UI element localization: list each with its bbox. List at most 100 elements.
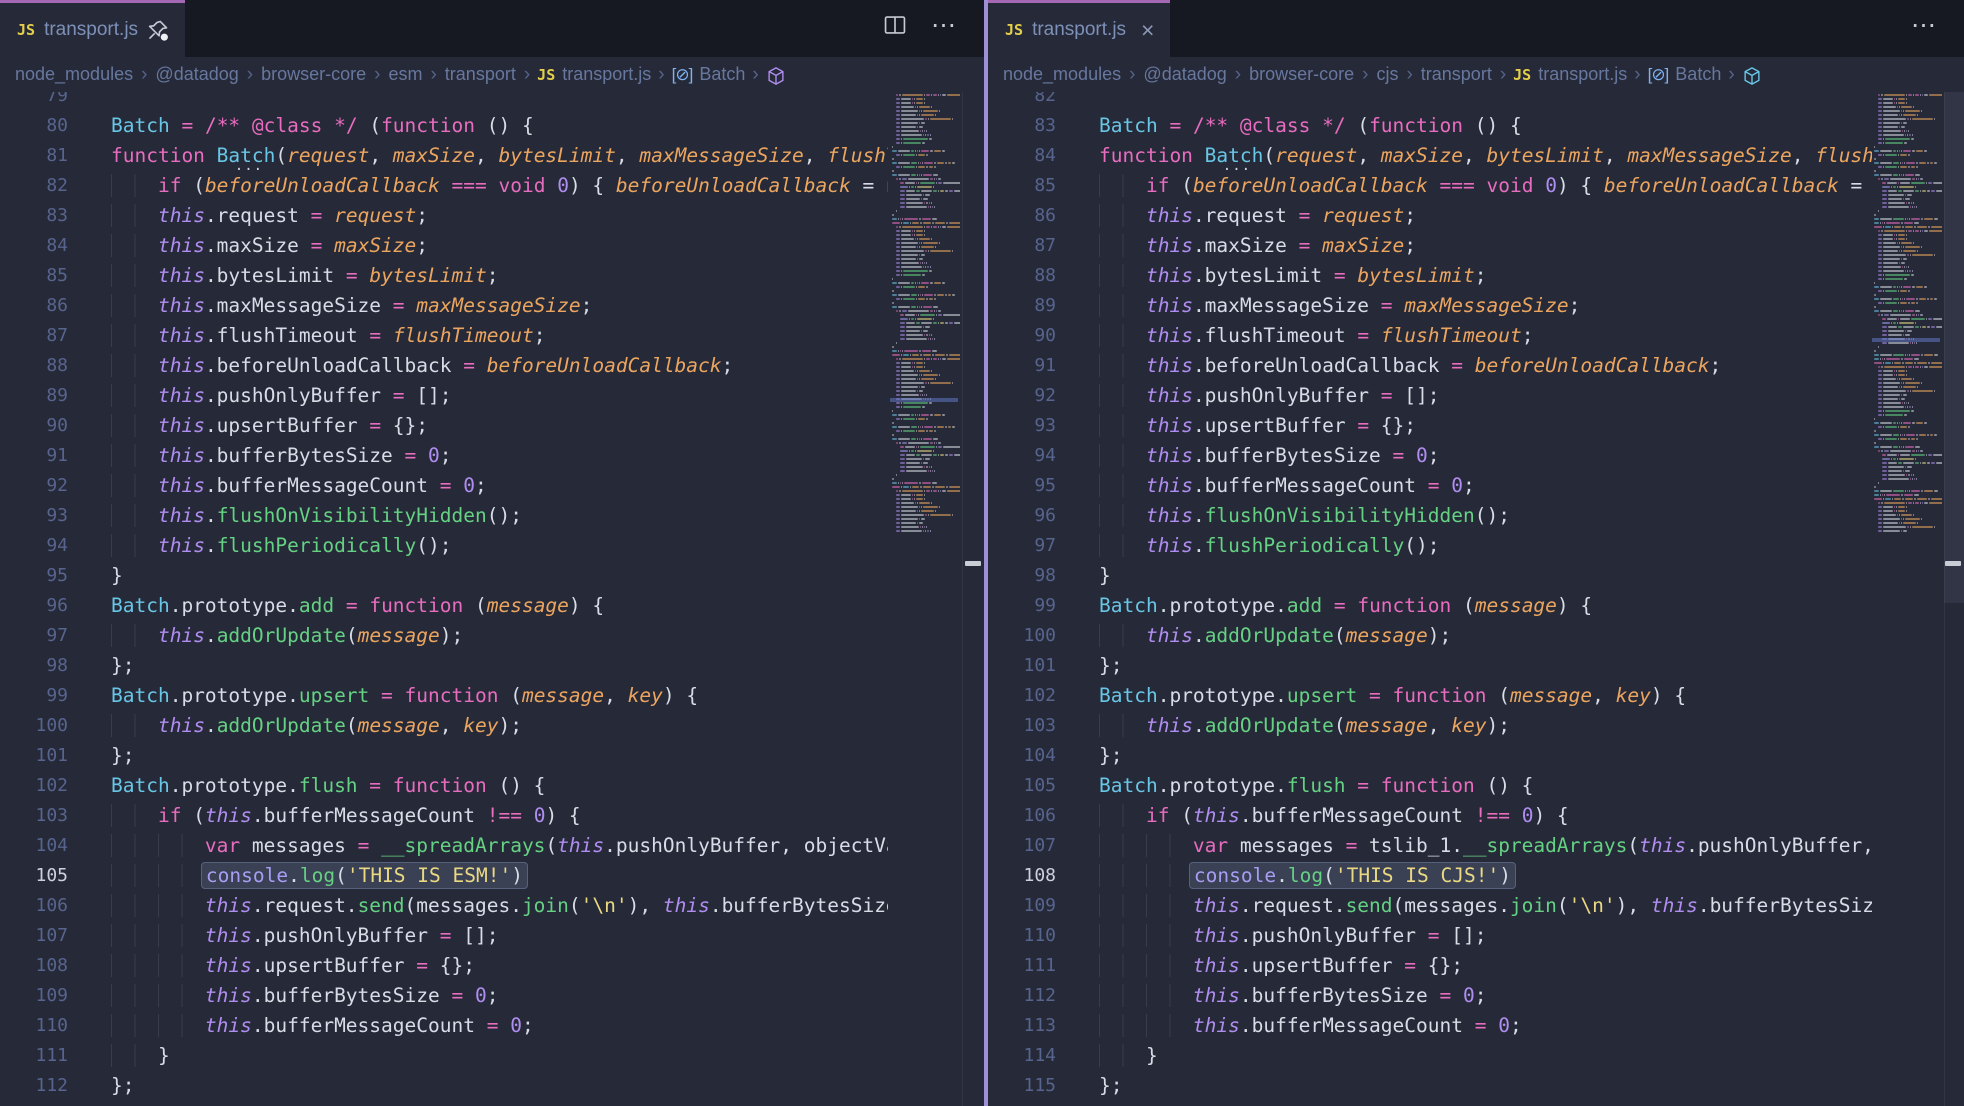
breadcrumb-item[interactable]: @datadog xyxy=(155,64,238,85)
code-line[interactable]: 86 this.maxMessageSize = maxMessageSize; xyxy=(0,291,888,321)
code-line[interactable]: 113 this.bufferMessageCount = 0; xyxy=(988,1011,1872,1041)
more-actions-icon[interactable]: ⋯ xyxy=(1911,13,1938,38)
code-line[interactable]: 93 this.flushOnVisibilityHidden(); xyxy=(0,501,888,531)
breadcrumb-item[interactable]: node_modules xyxy=(1003,64,1121,85)
code-line[interactable]: 92 this.pushOnlyBuffer = []; xyxy=(988,381,1872,411)
code-line[interactable]: 84function Batch(request, maxSize, bytes… xyxy=(988,141,1872,171)
code-line[interactable]: 80Batch = /** @class */ (function () { xyxy=(0,111,888,141)
code-line[interactable]: 87 this.flushTimeout = flushTimeout; xyxy=(0,321,888,351)
code-line[interactable]: 103 if (this.bufferMessageCount !== 0) { xyxy=(0,801,888,831)
code-line[interactable]: 94 this.bufferBytesSize = 0; xyxy=(988,441,1872,471)
code-line[interactable]: 85 this.bytesLimit = bytesLimit; xyxy=(0,261,888,291)
code-line[interactable]: 102Batch.prototype.flush = function () { xyxy=(0,771,888,801)
code-line[interactable]: 99Batch.prototype.upsert = function (mes… xyxy=(0,681,888,711)
tab-transport-esm[interactable]: JS transport.js xyxy=(0,0,185,57)
code-line[interactable]: 90 this.flushTimeout = flushTimeout; xyxy=(988,321,1872,351)
breadcrumb-item[interactable]: esm xyxy=(388,64,422,85)
code-line[interactable]: 111 } xyxy=(0,1041,888,1071)
code-line[interactable]: 102Batch.prototype.upsert = function (me… xyxy=(988,681,1872,711)
minimap-left[interactable] xyxy=(890,86,960,556)
code-line[interactable]: 107 this.pushOnlyBuffer = []; xyxy=(0,921,888,951)
code-line[interactable]: 100 this.addOrUpdate(message, key); xyxy=(0,711,888,741)
code-line[interactable]: 103 this.addOrUpdate(message, key); xyxy=(988,711,1872,741)
tab-transport-cjs[interactable]: JS transport.js × xyxy=(988,0,1170,57)
code-line[interactable]: 98} xyxy=(988,561,1872,591)
code-line[interactable]: 109 this.request.send(messages.join('\n'… xyxy=(988,891,1872,921)
minimap-right[interactable] xyxy=(1872,86,1942,556)
pin-icon[interactable] xyxy=(147,19,169,41)
code-line[interactable]: 101}; xyxy=(0,741,888,771)
code-line[interactable]: 86 this.request = request; xyxy=(988,201,1872,231)
code-line[interactable]: 84 this.maxSize = maxSize; xyxy=(0,231,888,261)
code-line[interactable]: 82 if (beforeUnloadCallback === void 0) … xyxy=(0,171,888,201)
code-line[interactable]: 104 var messages = __spreadArrays(this.p… xyxy=(0,831,888,861)
code-line[interactable]: 112}; xyxy=(0,1071,888,1101)
code-line[interactable]: 108 console.log('THIS IS CJS!') xyxy=(988,861,1872,891)
symbol-cube-icon[interactable] xyxy=(766,66,786,86)
code-line[interactable]: 95 this.bufferMessageCount = 0; xyxy=(988,471,1872,501)
code-line[interactable]: 83Batch = /** @class */ (function () { xyxy=(988,111,1872,141)
code-line[interactable]: 88 this.beforeUnloadCallback = beforeUnl… xyxy=(0,351,888,381)
code-line-content: this.bytesLimit = bytesLimit; xyxy=(1099,261,1486,291)
code-line[interactable]: 108 this.upsertBuffer = {}; xyxy=(0,951,888,981)
code-line[interactable]: 93 this.upsertBuffer = {}; xyxy=(988,411,1872,441)
code-line[interactable]: 88 this.bytesLimit = bytesLimit; xyxy=(988,261,1872,291)
code-line[interactable]: 96Batch.prototype.add = function (messag… xyxy=(0,591,888,621)
line-number: 105 xyxy=(0,861,68,891)
code-line[interactable]: 115}; xyxy=(988,1071,1872,1101)
code-line[interactable]: 112 this.bufferBytesSize = 0; xyxy=(988,981,1872,1011)
code-line[interactable]: 87 this.maxSize = maxSize; xyxy=(988,231,1872,261)
code-line[interactable]: 99Batch.prototype.add = function (messag… xyxy=(988,591,1872,621)
editor-split-sash[interactable] xyxy=(984,0,988,1106)
code-editor-esm[interactable]: 7980Batch = /** @class */ (function () {… xyxy=(0,81,888,1101)
symbol-cube-icon[interactable] xyxy=(1742,66,1762,86)
breadcrumb-item[interactable]: @datadog xyxy=(1143,64,1226,85)
breadcrumb-file[interactable]: JStransport.js xyxy=(1513,64,1627,85)
line-number: 114 xyxy=(988,1041,1056,1071)
breadcrumb-symbol[interactable]: [⊘]Batch xyxy=(672,64,746,85)
code-line[interactable]: 110 this.bufferMessageCount = 0; xyxy=(0,1011,888,1041)
breadcrumb-item[interactable]: transport xyxy=(445,64,516,85)
code-line[interactable]: 81function Batch(request, maxSize, bytes… xyxy=(0,141,888,171)
line-number: 92 xyxy=(988,381,1056,411)
code-line[interactable]: 95} xyxy=(0,561,888,591)
code-line[interactable]: 107 var messages = tslib_1.__spreadArray… xyxy=(988,831,1872,861)
code-line[interactable]: 114 } xyxy=(988,1041,1872,1071)
code-line[interactable]: 106 if (this.bufferMessageCount !== 0) { xyxy=(988,801,1872,831)
code-line[interactable]: 90 this.upsertBuffer = {}; xyxy=(0,411,888,441)
code-line[interactable]: 83 this.request = request; xyxy=(0,201,888,231)
vertical-scrollbar[interactable] xyxy=(1944,88,1964,603)
breadcrumb-symbol[interactable]: [⊘]Batch xyxy=(1648,64,1722,85)
breadcrumb-item[interactable]: node_modules xyxy=(15,64,133,85)
code-line[interactable]: 98}; xyxy=(0,651,888,681)
code-line[interactable]: 96 this.flushOnVisibilityHidden(); xyxy=(988,501,1872,531)
code-line[interactable]: 91 this.bufferBytesSize = 0; xyxy=(0,441,888,471)
split-editor-icon[interactable] xyxy=(883,13,907,37)
code-line[interactable]: 89 this.maxMessageSize = maxMessageSize; xyxy=(988,291,1872,321)
breadcrumb-item[interactable]: browser-core xyxy=(261,64,366,85)
code-line[interactable]: 97 this.flushPeriodically(); xyxy=(988,531,1872,561)
code-line[interactable]: 116Batch.prototype.sizeInBytes = functio… xyxy=(988,1101,1872,1106)
code-line[interactable]: 104}; xyxy=(988,741,1872,771)
more-actions-icon[interactable]: ⋯ xyxy=(931,13,958,38)
code-line[interactable]: 100 this.addOrUpdate(message); xyxy=(988,621,1872,651)
code-line[interactable]: 94 this.flushPeriodically(); xyxy=(0,531,888,561)
code-line[interactable]: 89 this.pushOnlyBuffer = []; xyxy=(0,381,888,411)
code-editor-cjs[interactable]: 8283Batch = /** @class */ (function () {… xyxy=(988,81,1872,1106)
code-line[interactable]: 106 this.request.send(messages.join('\n'… xyxy=(0,891,888,921)
code-line[interactable]: 97 this.addOrUpdate(message); xyxy=(0,621,888,651)
code-line[interactable]: 105 console.log('THIS IS ESM!') xyxy=(0,861,888,891)
code-line[interactable]: 85 if (beforeUnloadCallback === void 0) … xyxy=(988,171,1872,201)
code-line[interactable]: 109 this.bufferBytesSize = 0; xyxy=(0,981,888,1011)
breadcrumb-item[interactable]: transport xyxy=(1421,64,1492,85)
code-line[interactable]: 92 this.bufferMessageCount = 0; xyxy=(0,471,888,501)
code-line[interactable]: 101}; xyxy=(988,651,1872,681)
code-line[interactable]: 110 this.pushOnlyBuffer = []; xyxy=(988,921,1872,951)
breadcrumb-item[interactable]: browser-core xyxy=(1249,64,1354,85)
code-line[interactable]: 111 this.upsertBuffer = {}; xyxy=(988,951,1872,981)
breadcrumb-file[interactable]: JStransport.js xyxy=(537,64,651,85)
code-line[interactable]: 105Batch.prototype.flush = function () { xyxy=(988,771,1872,801)
code-line[interactable]: 91 this.beforeUnloadCallback = beforeUnl… xyxy=(988,351,1872,381)
close-icon[interactable]: × xyxy=(1141,19,1154,42)
breadcrumb-item[interactable]: cjs xyxy=(1376,64,1398,85)
